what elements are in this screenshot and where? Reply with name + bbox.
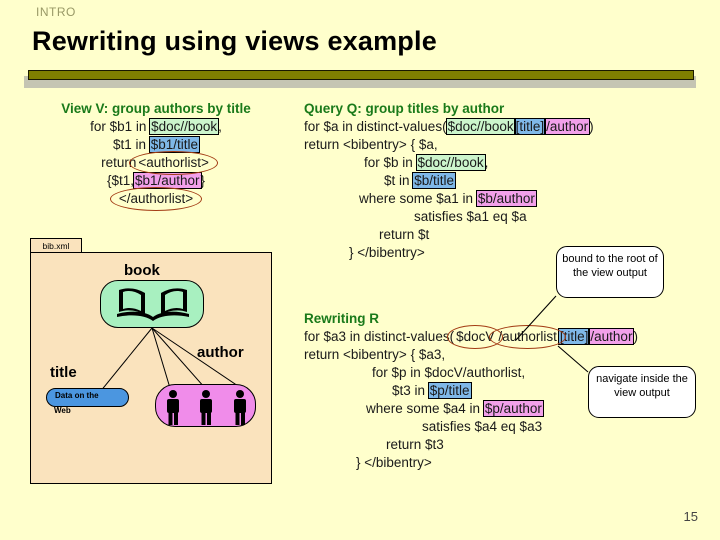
rewriting-r-line-2: return <bibentry> { $a3,: [304, 347, 446, 362]
bibxml-package-tab: bib.xml: [30, 238, 82, 253]
title-node-label: title: [50, 364, 77, 381]
query-q-line3-green: $doc//book: [415, 154, 486, 171]
view-v-line2-text: $t1 in: [112, 137, 150, 152]
rewriting-r-line-7: return $t3: [386, 437, 444, 452]
query-q-line1-green: $doc//book: [445, 118, 516, 135]
query-q-line-4: $t in $b/title: [304, 172, 696, 190]
book-node-label: book: [124, 262, 160, 279]
query-q-line-2: return <bibentry> { $a,: [304, 137, 438, 152]
view-v-line4-text: {$t1,: [106, 173, 134, 188]
query-q-line3-comma: ,: [484, 155, 489, 170]
view-v-definition: View V: group authors by title for $b1 i…: [30, 100, 282, 211]
rewriting-r-docv-circled: $docV: [447, 325, 504, 349]
query-q-line-1: for $a in distinct-values($doc//book [tit…: [304, 118, 696, 136]
author-value-node: [155, 384, 256, 427]
callout-navigate-inside: navigate inside the view output: [588, 366, 696, 418]
query-q-line-5: where some $a1 in $b/author: [304, 190, 696, 208]
view-v-line-2: $t1 in $b1/title: [30, 136, 282, 154]
rewriting-r-line-8: } </bibentry>: [356, 455, 432, 470]
view-v-line-4: {$t1,$b1/author}: [30, 172, 282, 190]
query-q-line3-text: for $b in: [364, 155, 417, 170]
rewriting-r-line4-text: $t3 in: [392, 383, 429, 398]
slide-canvas: INTRO Rewriting using views example View…: [0, 0, 720, 540]
query-q-line1-paren: ): [589, 119, 594, 134]
view-v-authorlist-close-circled: </authorlist>: [109, 187, 203, 211]
view-v-line4-brace: }: [200, 173, 206, 188]
rewriting-r-line5-pink: $p/author: [482, 400, 544, 417]
rewriting-r-line1-blue: [title]: [557, 328, 591, 345]
view-v-line1-text: for $b1 in: [90, 119, 151, 134]
rewriting-r-line1-pink: /author: [588, 328, 635, 345]
view-v-line-1: for $b1 in $doc//book,: [30, 118, 282, 136]
view-v-line2-highlight: $b1/title: [148, 136, 201, 153]
title-rule: [28, 70, 694, 80]
rewriting-r-line1-text: for $a3 in distinct-values(: [304, 329, 455, 344]
page-title: Rewriting using views example: [32, 26, 437, 56]
rewriting-r-authorlist-circled: /authorlist: [489, 325, 566, 349]
callout-bound-to-root: bound to the root of the view output: [556, 246, 664, 298]
query-q-line4-blue: $b/title: [412, 172, 457, 189]
author-node-label: author: [197, 344, 244, 361]
rewriting-r-line4-blue: $p/title: [427, 382, 472, 399]
view-v-line1-highlight: $doc//book: [149, 118, 220, 135]
query-q-line1-pink: /author: [544, 118, 591, 135]
view-v-line-5: </authorlist>: [30, 187, 282, 211]
query-q-heading: Query Q: group titles by author: [304, 101, 505, 116]
view-v-heading: View V: group authors by title: [61, 101, 251, 116]
title-value-text: Data on the: [55, 391, 99, 400]
rewriting-r-line5-text: where some $a4 in: [366, 401, 484, 416]
page-number: 15: [683, 509, 698, 524]
rewriting-r-heading: Rewriting R: [304, 311, 380, 326]
view-v-line1-comma: ,: [218, 119, 222, 134]
query-q-line-6: satisfies $a1 eq $a: [414, 209, 527, 224]
view-v-authorlist-open-circled: <authorlist>: [129, 151, 218, 175]
view-v-line4-highlight: $b1/author: [132, 172, 202, 189]
rewriting-r-line-1: for $a3 in distinct-values($docV/authorl…: [304, 325, 704, 349]
three-people-icon: [167, 390, 246, 425]
open-book-icon: [117, 288, 189, 321]
query-q-definition: Query Q: group titles by author for $a i…: [304, 100, 696, 262]
query-q-line1-text: for $a in distinct-values(: [304, 119, 447, 134]
query-q-line-3: for $b in $doc//book,: [304, 154, 696, 172]
query-q-line-7: return $t: [379, 227, 430, 242]
query-q-line5-text: where some $a1 in: [359, 191, 477, 206]
view-v-line-3: return <authorlist>: [30, 151, 282, 175]
book-node: [100, 280, 204, 328]
rewriting-r-line-6: satisfies $a4 eq $a3: [422, 419, 543, 434]
view-v-line3-text: return: [101, 155, 137, 170]
query-q-line1-blue: [title]: [513, 118, 547, 135]
rewriting-r-line1-paren: ): [633, 329, 638, 344]
title-value-node: Data on the: [46, 388, 129, 407]
slide-kicker: INTRO: [36, 5, 76, 19]
title-value-overflow-text: Web: [54, 406, 71, 415]
query-q-line4-text: $t in: [384, 173, 414, 188]
query-q-line5-pink: $b/author: [475, 190, 537, 207]
